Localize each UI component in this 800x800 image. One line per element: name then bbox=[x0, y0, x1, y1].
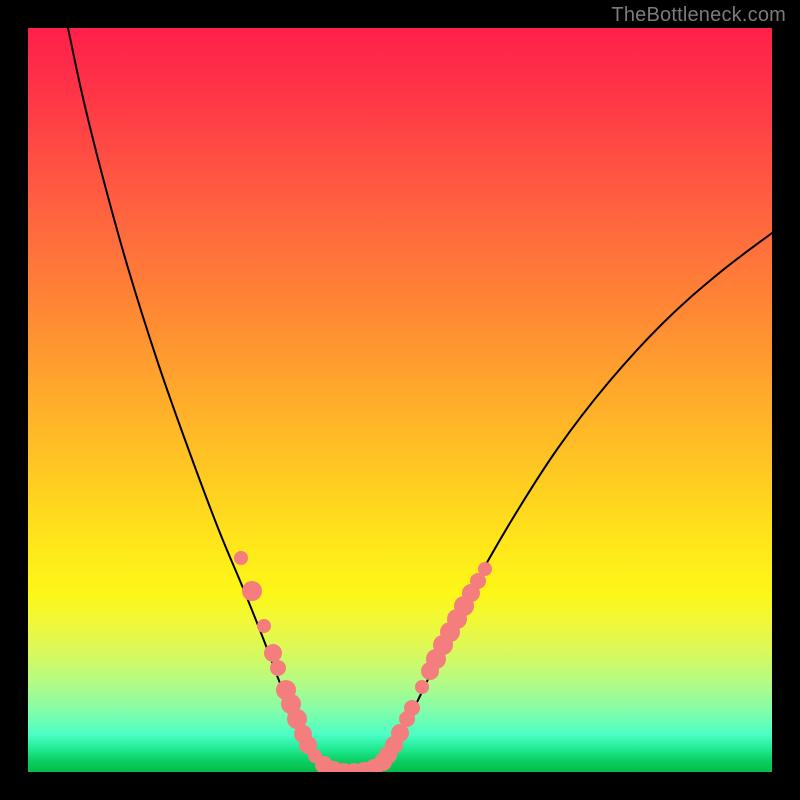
data-marker bbox=[264, 644, 282, 662]
data-marker bbox=[270, 660, 286, 676]
bottleneck-curve bbox=[68, 28, 772, 772]
outer-frame: TheBottleneck.com bbox=[0, 0, 800, 800]
data-marker bbox=[234, 551, 248, 565]
plot-area bbox=[28, 28, 772, 772]
data-marker bbox=[257, 619, 271, 633]
data-marker bbox=[415, 680, 429, 694]
chart-svg bbox=[28, 28, 772, 772]
data-marker bbox=[404, 700, 420, 716]
data-marker bbox=[478, 562, 492, 576]
data-marker bbox=[242, 581, 262, 601]
watermark-text: TheBottleneck.com bbox=[611, 4, 786, 27]
